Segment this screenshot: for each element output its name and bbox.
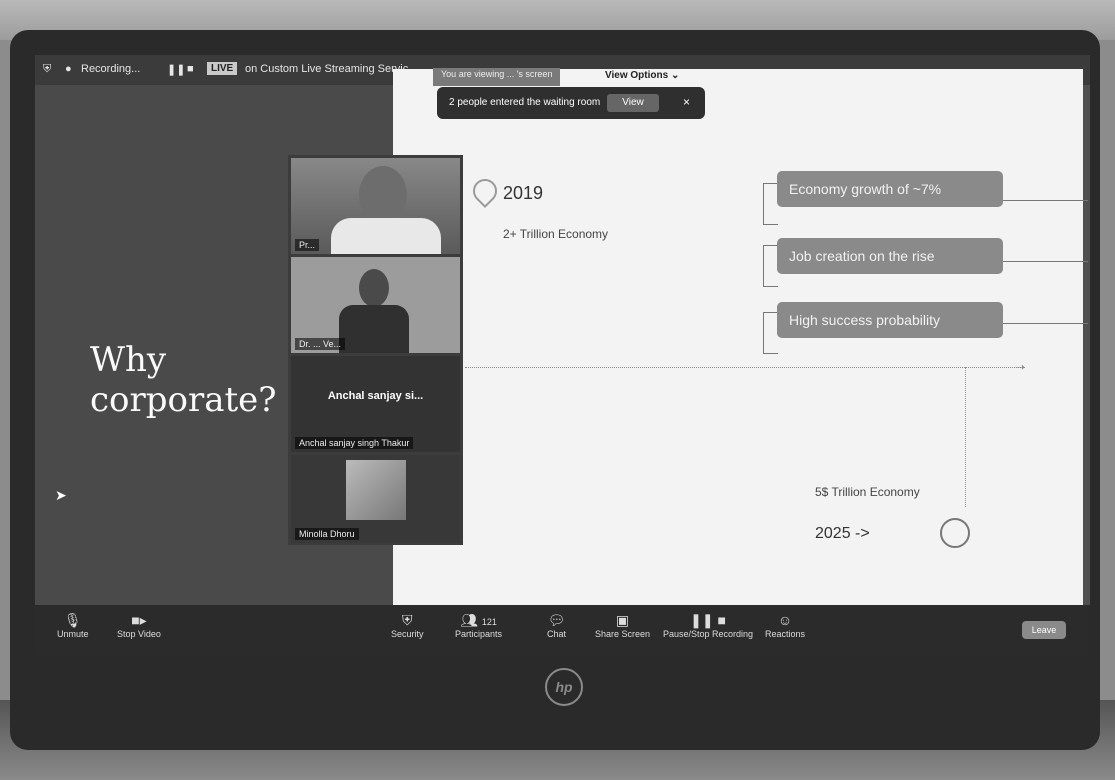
shield-icon[interactable]: ⛨ [43, 63, 51, 76]
share-icon: ▣ [615, 612, 630, 628]
meeting-toolbar: 🎙︎ Unmute ■▸ Stop Video ⛨ Security 👥︎ 12… [35, 605, 1090, 655]
shared-slide [393, 69, 1083, 614]
stop-video-button[interactable]: ■▸ Stop Video [117, 611, 161, 639]
participant-display-name: Anchal sanjay si... [327, 390, 424, 402]
connector [1003, 200, 1088, 201]
benefit-pill: High success probability [777, 302, 1003, 338]
viewing-screen-label: You are viewing ... 's screen [433, 68, 561, 86]
connector [763, 245, 778, 287]
participant-video-panel: Pr... Dr. ... Ve... Anchal sanjay si... … [288, 155, 463, 545]
participant-name: Dr. ... Ve... [295, 338, 346, 350]
timeline-start-caption: 2+ Trillion Economy [503, 227, 609, 241]
shield-icon: ⛨ [402, 612, 413, 628]
pause-recording-icon[interactable]: ❚❚ [167, 63, 185, 76]
notification-message: 2 people entered the waiting room [449, 97, 601, 108]
participant-video [359, 269, 389, 307]
participant-count: 121 [481, 617, 497, 627]
chat-icon: 💬︎ [547, 612, 566, 628]
mouse-cursor-icon: ➤ [55, 487, 67, 503]
live-badge: LIVE [207, 62, 238, 75]
waiting-room-notification: 2 people entered the waiting room View × [437, 87, 705, 119]
recording-label: Recording... [81, 63, 141, 75]
chat-button[interactable]: 💬︎ Chat [547, 611, 566, 639]
record-icon: ❚❚ ■ [690, 612, 726, 628]
arrow-right-icon: ➝ [1015, 360, 1026, 374]
stop-recording-icon[interactable]: ■ [187, 63, 194, 75]
video-icon: ■▸ [131, 612, 147, 628]
zoom-window: ⛨ ● Recording... ❚❚ ■ LIVE on Custom Liv… [35, 55, 1090, 655]
close-icon[interactable]: × [683, 95, 690, 109]
connector [1003, 261, 1088, 262]
timeline-start-year: 2019 [503, 183, 544, 203]
participant-video [339, 305, 409, 353]
participant-video [331, 218, 441, 254]
participant-video [359, 166, 407, 224]
participant-tile[interactable]: Pr... [291, 158, 460, 254]
security-button[interactable]: ⛨ Security [391, 611, 424, 639]
participant-photo [346, 460, 406, 520]
streaming-label: on Custom Live Streaming Servic [245, 63, 409, 75]
participant-tile[interactable]: Dr. ... Ve... [291, 257, 460, 353]
timeline-end-caption: 5$ Trillion Economy [815, 485, 920, 499]
recording-icon: ● [65, 63, 72, 75]
participant-tile[interactable]: Minolla Dhoru [291, 455, 460, 543]
participant-name: Pr... [295, 239, 320, 251]
connector [763, 183, 778, 225]
leave-button[interactable]: Leave [1022, 621, 1066, 639]
unmute-button[interactable]: 🎙︎ Unmute [57, 611, 89, 639]
participant-tile[interactable]: Anchal sanjay si... Anchal sanjay singh … [291, 356, 460, 452]
mic-icon: 🎙︎ [63, 612, 82, 628]
timeline-end-year: 2025 -> [815, 525, 870, 542]
benefit-pill: Economy growth of ~7% [777, 171, 1003, 207]
hp-logo: hp [545, 668, 583, 706]
benefit-pill: Job creation on the rise [777, 238, 1003, 274]
view-options-button[interactable]: View Options ⌄ [605, 70, 679, 81]
pause-stop-recording-button[interactable]: ❚❚ ■ Pause/Stop Recording [663, 611, 753, 639]
participants-icon: 👥︎ 121 [460, 612, 497, 628]
participants-button[interactable]: 👥︎ 121 Participants [455, 611, 502, 639]
view-waiting-room-button[interactable]: View [607, 94, 659, 112]
reactions-icon: ☺ [777, 612, 793, 628]
timeline-drop-line [965, 367, 966, 507]
participant-name: Anchal sanjay singh Thakur [295, 437, 414, 449]
timeline-line [465, 367, 1025, 368]
participant-name: Minolla Dhoru [295, 528, 359, 540]
connector [763, 312, 778, 354]
connector [1003, 323, 1088, 324]
share-screen-button[interactable]: ▣ Share Screen [595, 611, 650, 639]
timeline-end-marker [940, 518, 970, 548]
reactions-button[interactable]: ☺ Reactions [765, 611, 805, 639]
slide-title: Why corporate? [90, 340, 277, 420]
